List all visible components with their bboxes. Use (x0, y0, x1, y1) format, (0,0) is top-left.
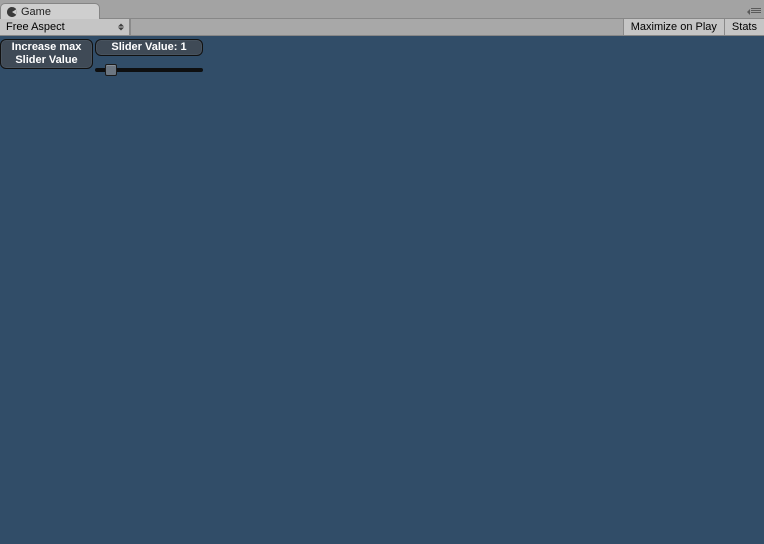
slider-input[interactable] (95, 63, 203, 77)
aspect-ratio-label: Free Aspect (6, 21, 65, 33)
increase-button-label: Increase max Slider Value (5, 41, 88, 67)
tab-label: Game (21, 6, 51, 18)
stats-label: Stats (732, 21, 757, 33)
updown-arrows-icon (118, 24, 124, 31)
stats-toggle[interactable]: Stats (724, 19, 764, 35)
tab-game[interactable]: Game (0, 3, 100, 19)
aspect-ratio-dropdown[interactable]: Free Aspect (0, 19, 130, 35)
slider-value-label: Slider Value: 1 (111, 41, 186, 54)
slider-value-button[interactable]: Slider Value: 1 (95, 39, 203, 56)
slider-control[interactable] (95, 63, 203, 77)
game-toolbar: Free Aspect Maximize on Play Stats (0, 18, 764, 36)
game-view-panel: Game Free Aspect Maximize on Play Stats … (0, 0, 764, 544)
pacman-icon (7, 7, 17, 17)
pane-options-icon[interactable] (748, 6, 761, 15)
maximize-label: Maximize on Play (631, 21, 717, 33)
tab-strip: Game (0, 0, 764, 18)
game-viewport: Increase max Slider Value Slider Value: … (0, 36, 764, 544)
toolbar-spacer (130, 19, 623, 35)
maximize-on-play-toggle[interactable]: Maximize on Play (623, 19, 724, 35)
increase-max-slider-button[interactable]: Increase max Slider Value (0, 39, 93, 69)
